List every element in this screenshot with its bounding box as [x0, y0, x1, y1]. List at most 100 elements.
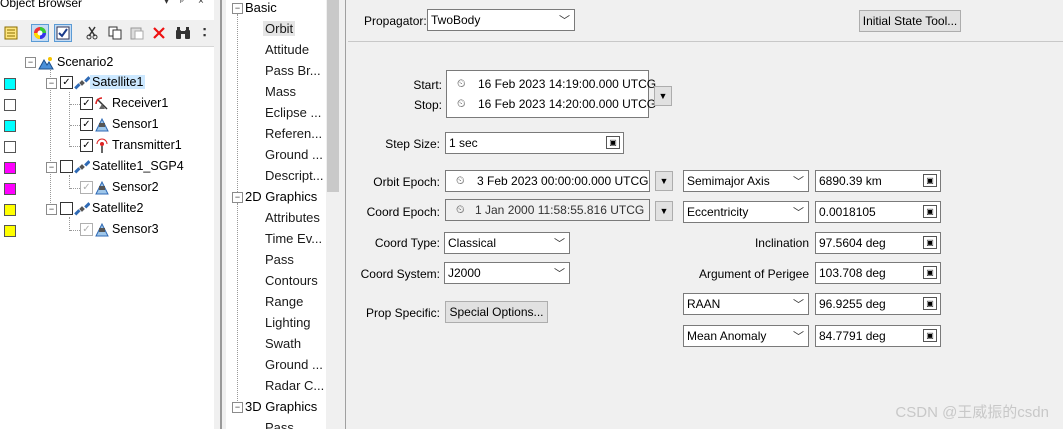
transmitter1-checkbox[interactable]: ✓: [80, 139, 93, 152]
units-selector-icon[interactable]: ▣: [923, 174, 937, 187]
semimajor-axis-field[interactable]: 6890.39 km ▣: [815, 170, 941, 192]
page-description[interactable]: Descript...: [265, 168, 324, 183]
panel-menu-button[interactable]: ▾: [164, 0, 169, 7]
inclination-field[interactable]: 97.5604 deg ▣: [815, 232, 941, 254]
start-time-value[interactable]: 16 Feb 2023 14:19:00.000 UTCG: [478, 77, 656, 91]
page-contours[interactable]: Contours: [265, 273, 318, 288]
page-mass[interactable]: Mass: [265, 84, 296, 99]
page-lighting[interactable]: Lighting: [265, 315, 311, 330]
tree-item-receiver1[interactable]: Receiver1: [112, 96, 168, 110]
page-attributes[interactable]: Attributes: [265, 210, 320, 225]
semimajor-axis-value: 6890.39 km: [819, 174, 882, 188]
page-list-scroll-thumb[interactable]: [327, 0, 339, 192]
page-swath[interactable]: Swath: [265, 336, 301, 351]
collapse-basic-button[interactable]: −: [232, 3, 243, 14]
tree-guide: [50, 70, 51, 215]
units-selector-icon[interactable]: ▣: [923, 297, 937, 310]
satellite1-checkbox[interactable]: ✓: [60, 76, 73, 89]
mean-anomaly-select[interactable]: Mean Anomaly ﹀: [683, 325, 809, 347]
checkmark-icon[interactable]: [54, 24, 72, 42]
page-pass-break[interactable]: Pass Br...: [265, 63, 321, 78]
page-time-events[interactable]: Time Ev...: [265, 231, 322, 246]
page-list-splitter[interactable]: [340, 0, 348, 429]
eccentricity-field[interactable]: 0.0018105 ▣: [815, 201, 941, 223]
tree-item-sensor3[interactable]: Sensor3: [112, 222, 159, 236]
color-wheel-icon[interactable]: [31, 24, 49, 42]
chevron-down-icon: ﹀: [793, 207, 804, 219]
category-3d-graphics[interactable]: 3D Graphics: [245, 399, 317, 414]
argument-of-perigee-field[interactable]: 103.708 deg ▣: [815, 262, 941, 284]
units-selector-icon[interactable]: ▣: [923, 236, 937, 249]
eccentricity-select[interactable]: Eccentricity ﹀: [683, 201, 809, 223]
raan-select[interactable]: RAAN ﹀: [683, 293, 809, 315]
page-reference[interactable]: Referen...: [265, 126, 322, 141]
tree-guide: [70, 104, 80, 105]
page-range[interactable]: Range: [265, 294, 303, 309]
page-ground-2d[interactable]: Ground ...: [265, 357, 323, 372]
notes-icon[interactable]: [2, 24, 20, 42]
copy-icon[interactable]: [106, 24, 124, 42]
special-options-button[interactable]: Special Options...: [445, 301, 548, 323]
collapse-3d-graphics-button[interactable]: −: [232, 402, 243, 413]
units-selector-icon[interactable]: ▣: [923, 329, 937, 342]
tree-item-scenario2[interactable]: Scenario2: [57, 55, 113, 69]
delete-icon[interactable]: [150, 24, 168, 42]
category-2d-graphics[interactable]: 2D Graphics: [245, 189, 317, 204]
paste-icon[interactable]: [128, 24, 146, 42]
collapse-2d-graphics-button[interactable]: −: [232, 192, 243, 203]
collapse-satellite1-sgp4-button[interactable]: −: [46, 162, 57, 173]
tree-item-sensor1[interactable]: Sensor1: [112, 117, 159, 131]
coord-system-label: Coord System:: [360, 267, 440, 281]
tree-guide: [70, 146, 80, 147]
collapse-satellite2-button[interactable]: −: [46, 204, 57, 215]
coord-system-select[interactable]: J2000 ﹀: [444, 262, 570, 284]
pin-button[interactable]: ᵖ: [180, 0, 184, 7]
binoculars-icon[interactable]: [174, 24, 192, 42]
units-selector-icon[interactable]: ▣: [923, 205, 937, 218]
units-selector-icon[interactable]: ▣: [606, 136, 620, 149]
page-pass[interactable]: Pass: [265, 252, 294, 267]
cut-icon[interactable]: [83, 24, 101, 42]
page-attitude[interactable]: Attitude: [265, 42, 309, 57]
sensor2-checkbox[interactable]: ✓: [80, 181, 93, 194]
tree-item-sensor2[interactable]: Sensor2: [112, 180, 159, 194]
page-eclipse[interactable]: Eclipse ...: [265, 105, 321, 120]
sensor3-checkbox[interactable]: ✓: [80, 223, 93, 236]
step-size-field[interactable]: 1 sec ▣: [445, 132, 624, 154]
close-panel-button[interactable]: ×: [198, 0, 204, 7]
units-selector-icon[interactable]: ▣: [923, 266, 937, 279]
satellite2-checkbox[interactable]: [60, 202, 73, 215]
semimajor-axis-select[interactable]: Semimajor Axis ﹀: [683, 170, 809, 192]
tree-item-satellite1-sgp4[interactable]: Satellite1_SGP4: [92, 159, 184, 173]
page-radar-cross[interactable]: Radar C...: [265, 378, 324, 393]
propagator-select[interactable]: TwoBody ﹀: [427, 9, 575, 31]
initial-state-tool-button[interactable]: Initial State Tool...: [859, 10, 961, 32]
tree-item-satellite1[interactable]: Satellite1: [90, 75, 146, 89]
tree-item-transmitter1[interactable]: Transmitter1: [112, 138, 182, 152]
sensor1-checkbox[interactable]: ✓: [80, 118, 93, 131]
period-dropdown-button[interactable]: ▼: [654, 86, 672, 106]
coord-type-select[interactable]: Classical ﹀: [444, 232, 570, 254]
object-browser-title: Object Browser: [0, 0, 83, 10]
collapse-satellite1-button[interactable]: −: [46, 78, 57, 89]
tree-guide: [237, 14, 238, 194]
stop-time-value[interactable]: 16 Feb 2023 14:20:00.000 UTCG: [478, 97, 656, 111]
orbit-epoch-dropdown-button[interactable]: ▼: [655, 171, 673, 191]
mean-anomaly-field[interactable]: 84.7791 deg ▣: [815, 325, 941, 347]
tree-item-satellite2[interactable]: Satellite2: [92, 201, 143, 215]
toolbar-overflow-icon[interactable]: ▪ ▪: [203, 25, 206, 40]
step-size-label: Step Size:: [385, 137, 440, 151]
toolbar-divider: [0, 46, 214, 47]
receiver1-checkbox[interactable]: ✓: [80, 97, 93, 110]
page-ground[interactable]: Ground ...: [265, 147, 323, 162]
page-pass-3d[interactable]: Pass: [265, 420, 294, 429]
raan-field[interactable]: 96.9255 deg ▣: [815, 293, 941, 315]
collapse-scenario-button[interactable]: −: [25, 57, 36, 68]
page-orbit[interactable]: Orbit: [263, 21, 296, 36]
chevron-down-icon: ﹀: [793, 331, 804, 343]
clock-icon: ⏲: [456, 204, 465, 216]
category-basic[interactable]: Basic: [245, 0, 277, 15]
coord-epoch-dropdown-button[interactable]: ▼: [655, 201, 673, 221]
satellite1-sgp4-checkbox[interactable]: [60, 160, 73, 173]
clock-icon: ⏲: [457, 78, 466, 90]
